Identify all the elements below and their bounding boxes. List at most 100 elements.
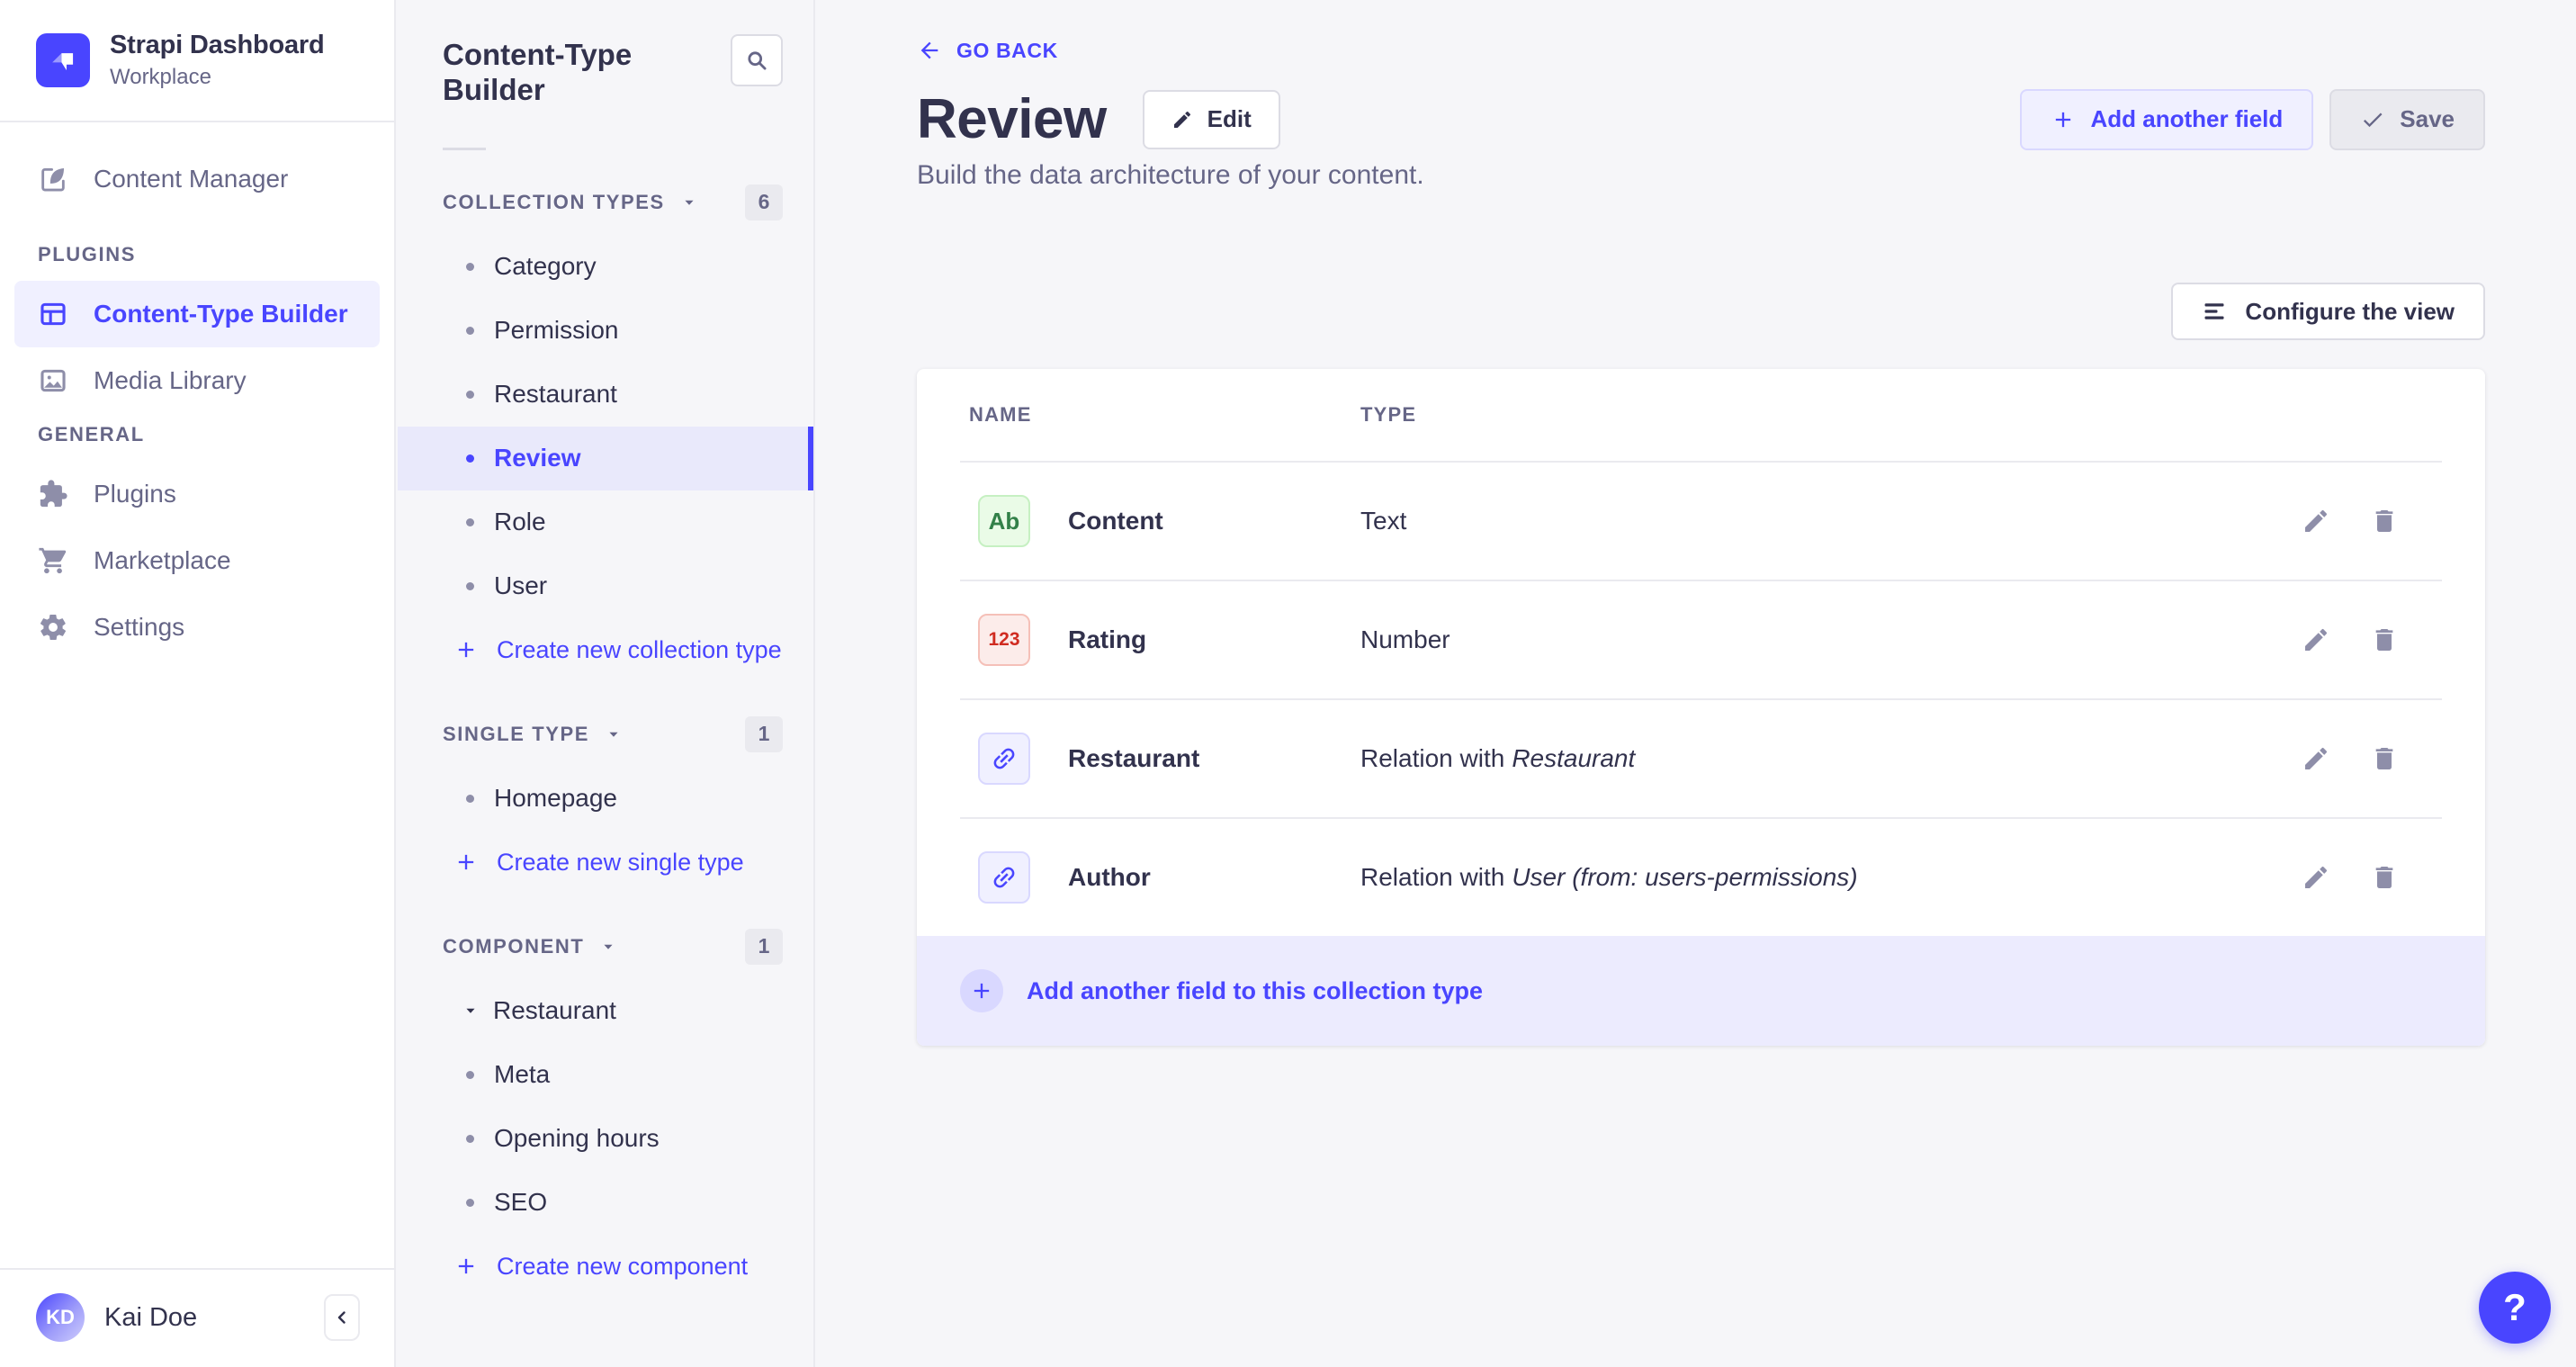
subnav-item-label: Meta [494, 1060, 550, 1089]
check-icon [2360, 107, 2385, 132]
search-icon [744, 48, 769, 73]
plus-icon [969, 978, 994, 1003]
delete-field-button[interactable] [2370, 863, 2399, 892]
subnav-item-category[interactable]: Category [398, 235, 813, 299]
brand-text: Strapi Dashboard Workplace [110, 31, 325, 90]
subnav-item-label: Role [494, 508, 546, 536]
nav-item-label: Content Manager [94, 165, 288, 193]
plus-icon [2051, 107, 2076, 132]
subnav-item-meta[interactable]: Meta [398, 1043, 813, 1107]
subnav-item-label: User [494, 571, 547, 600]
configure-view-button[interactable]: Configure the view [2171, 283, 2485, 340]
go-back-link[interactable]: GO BACK [917, 38, 1058, 63]
add-field-label: Add another field [2090, 105, 2283, 133]
section-header-collection-types[interactable]: COLLECTION TYPES 6 [398, 170, 813, 235]
nav-item-content-manager[interactable]: Content Manager [14, 146, 380, 212]
nav-item-media-library[interactable]: Media Library [14, 347, 380, 414]
search-button[interactable] [731, 34, 783, 86]
bullet-icon [466, 1135, 474, 1143]
delete-field-button[interactable] [2370, 507, 2399, 535]
subnav-item-label: Category [494, 252, 597, 281]
puzzle-icon [38, 479, 68, 509]
caret-down-icon [679, 193, 699, 212]
number-field-badge: 123 [978, 614, 1030, 666]
subnav-item-restaurant[interactable]: Restaurant [398, 363, 813, 427]
edit-field-button[interactable] [2302, 744, 2330, 773]
text-field-badge: Ab [978, 495, 1030, 547]
main-sidebar: Strapi Dashboard Workplace Content Manag… [0, 0, 396, 1367]
caret-down-icon [604, 724, 624, 744]
section-label: SINGLE TYPE [443, 723, 589, 746]
caret-down-icon [598, 937, 618, 957]
row-actions [2302, 625, 2399, 654]
subnav-item-label: Restaurant [493, 996, 616, 1025]
collapse-sidebar-button[interactable] [324, 1294, 360, 1341]
nav-item-label: Media Library [94, 366, 247, 395]
relation-field-badge [978, 851, 1030, 904]
workspace-brand[interactable]: Strapi Dashboard Workplace [0, 0, 394, 122]
nav-item-marketplace[interactable]: Marketplace [14, 527, 380, 594]
nav-item-content-type-builder[interactable]: Content-Type Builder [14, 281, 380, 347]
field-type-cell: Relation withRestaurant [1360, 744, 2302, 773]
delete-field-button[interactable] [2370, 625, 2399, 654]
column-header-name: NAME [969, 403, 1360, 427]
page-subtitle: Build the data architecture of your cont… [917, 160, 2485, 191]
row-actions [2302, 744, 2399, 773]
nav-item-label: Content-Type Builder [94, 300, 348, 328]
create-link-label: Create new collection type [497, 636, 782, 664]
subnav-item-review[interactable]: Review [398, 427, 813, 490]
create-new-component-link[interactable]: Create new component [398, 1235, 813, 1299]
add-another-field-button[interactable]: Add another field [2020, 89, 2313, 150]
nav-item-plugins[interactable]: Plugins [14, 461, 380, 527]
subnav-item-role[interactable]: Role [398, 490, 813, 554]
workspace-subtitle: Workplace [110, 65, 325, 90]
create-new-single-type-link[interactable]: Create new single type [398, 831, 813, 895]
nav-item-settings[interactable]: Settings [14, 594, 380, 661]
title-divider [443, 148, 486, 150]
bullet-icon [466, 1071, 474, 1079]
edit-field-button[interactable] [2302, 507, 2330, 535]
page-header: Review Edit Add another field Save [917, 87, 2485, 151]
edit-button[interactable]: Edit [1143, 90, 1280, 149]
user-name: Kai Doe [104, 1303, 197, 1333]
bullet-icon [466, 795, 474, 803]
feather-icon [38, 164, 68, 194]
sidebar-footer: KD Kai Doe [0, 1268, 394, 1367]
fields-table-card: NAME TYPE Ab Content Text [917, 369, 2485, 1046]
edit-field-button[interactable] [2302, 863, 2330, 892]
subnav-item-opening-hours[interactable]: Opening hours [398, 1107, 813, 1171]
table-row: Author Relation withUser (from: users-pe… [917, 819, 2485, 936]
edit-button-label: Edit [1207, 105, 1252, 133]
subnav-item-homepage[interactable]: Homepage [398, 767, 813, 831]
field-type: Relation with [1360, 863, 1504, 891]
section-count-badge: 1 [745, 929, 783, 965]
avatar[interactable]: KD [36, 1293, 85, 1342]
go-back-label: GO BACK [956, 39, 1058, 63]
pencil-icon [2302, 625, 2330, 654]
help-button[interactable]: ? [2479, 1272, 2551, 1344]
section-header-single-type[interactable]: SINGLE TYPE 1 [398, 702, 813, 767]
subnav-item-permission[interactable]: Permission [398, 299, 813, 363]
table-toolbar: Configure the view [917, 283, 2485, 340]
delete-field-button[interactable] [2370, 744, 2399, 773]
subnav-item-label: SEO [494, 1188, 547, 1217]
subnav-item-component-restaurant[interactable]: Restaurant [398, 979, 813, 1043]
subnav-item-label: Homepage [494, 784, 617, 813]
section-header-component[interactable]: COMPONENT 1 [398, 914, 813, 979]
create-new-collection-type-link[interactable]: Create new collection type [398, 618, 813, 682]
table-header: NAME TYPE [917, 369, 2485, 461]
subnav-item-user[interactable]: User [398, 554, 813, 618]
save-button[interactable]: Save [2329, 89, 2485, 150]
add-field-footer-button[interactable]: Add another field to this collection typ… [917, 936, 2485, 1046]
pencil-icon [2302, 744, 2330, 773]
chevron-left-icon [331, 1307, 353, 1328]
edit-field-button[interactable] [2302, 625, 2330, 654]
pencil-icon [2302, 507, 2330, 535]
add-field-footer-label: Add another field to this collection typ… [1027, 977, 1483, 1005]
configure-view-label: Configure the view [2245, 298, 2455, 326]
layout-icon [38, 299, 68, 329]
plus-icon [453, 850, 479, 875]
table-row: Restaurant Relation withRestaurant [917, 700, 2485, 817]
pencil-icon [1171, 109, 1193, 130]
subnav-item-seo[interactable]: SEO [398, 1171, 813, 1235]
